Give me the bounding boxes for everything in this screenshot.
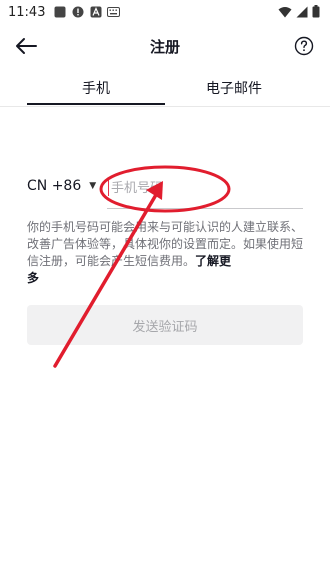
country-code-selector[interactable]: CN +86 ▼ <box>27 178 96 194</box>
active-tab-indicator <box>27 103 165 105</box>
send-code-button[interactable]: 发送验证码 <box>27 305 303 345</box>
phone-number-row: CN +86 ▼ <box>27 172 307 210</box>
status-bar: 11:43 <box>0 0 330 24</box>
signal-icon <box>296 6 308 18</box>
tab-email[interactable]: 电子邮件 <box>165 70 303 106</box>
alert-notification-icon <box>71 6 84 19</box>
page-title: 注册 <box>149 38 180 56</box>
country-code-label: CN +86 <box>27 178 82 194</box>
caret-down-icon: ▼ <box>89 181 97 191</box>
phone-number-input[interactable] <box>107 174 307 202</box>
tab-phone[interactable]: 手机 <box>27 70 165 106</box>
app-notification-icon <box>53 6 66 19</box>
help-button[interactable] <box>292 34 316 58</box>
wifi-icon <box>278 6 292 18</box>
keyboard-notification-icon <box>107 6 121 19</box>
battery-icon <box>312 5 320 18</box>
input-underline <box>107 208 303 209</box>
text-cursor <box>108 180 109 196</box>
nav-bar: 注册 <box>0 24 330 68</box>
question-circle-icon <box>294 36 314 56</box>
privacy-disclaimer: 你的手机号码可能会用来与可能认识的人建立联系、改善广告体验等，具体视你的设置而定… <box>27 219 303 287</box>
status-time: 11:43 <box>8 4 46 20</box>
disclaimer-text: 你的手机号码可能会用来与可能认识的人建立联系、改善广告体验等，具体视你的设置而定… <box>27 220 304 268</box>
login-method-tabs: 手机 电子邮件 <box>0 70 330 107</box>
font-notification-icon <box>89 6 102 19</box>
